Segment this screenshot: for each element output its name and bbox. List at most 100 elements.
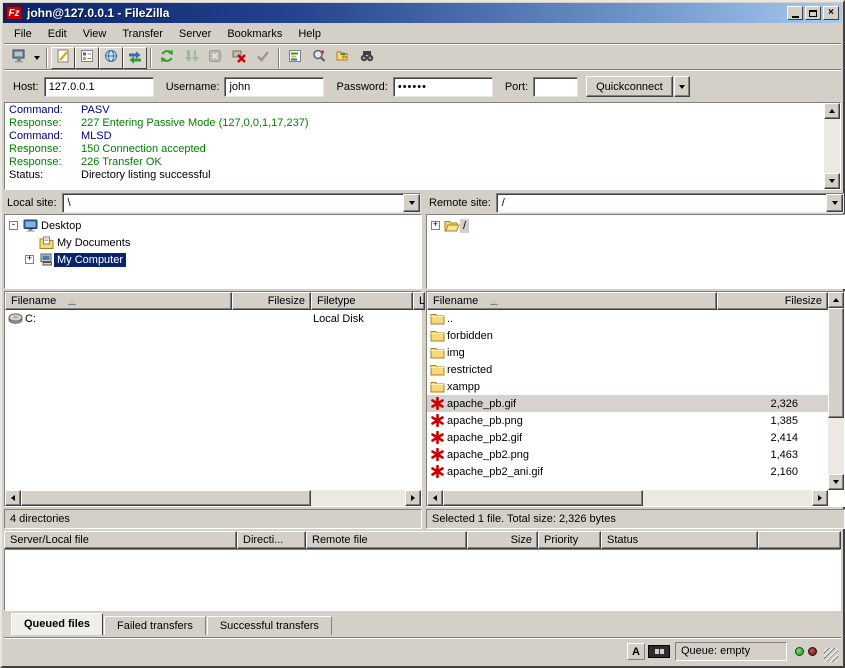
remote-list-header: Filename Filesize xyxy=(427,292,828,310)
file-row-apache-pb2-png[interactable]: apache_pb2.png1,463 xyxy=(427,446,828,463)
remote-vscrollbar[interactable] xyxy=(828,292,844,490)
menu-bookmarks[interactable]: Bookmarks xyxy=(219,26,290,42)
local-hscrollbar[interactable] xyxy=(5,490,421,506)
tree-item-label: Desktop xyxy=(38,219,84,233)
synchronized-browsing-button[interactable] xyxy=(331,47,355,69)
process-queue-button[interactable] xyxy=(179,47,203,69)
toggle-transfer-queue-button[interactable] xyxy=(123,47,147,69)
plus-expander-icon[interactable]: + xyxy=(431,221,440,230)
column-header-remote-file[interactable]: Remote file xyxy=(306,531,467,549)
file-row-img[interactable]: img xyxy=(427,344,828,361)
column-header-filetype[interactable]: Filetype xyxy=(311,292,413,310)
resize-grip[interactable] xyxy=(824,648,838,662)
remote-site-combo-button[interactable] xyxy=(826,194,843,212)
scroll-thumb[interactable] xyxy=(828,308,844,418)
directory-comparison-button[interactable] xyxy=(307,47,331,69)
file-row-forbidden[interactable]: forbidden xyxy=(427,327,828,344)
file-row-c[interactable]: C:Local Disk xyxy=(5,310,421,327)
maximize-button[interactable] xyxy=(805,6,821,20)
tree-item-desktop[interactable]: - Desktop xyxy=(5,217,421,234)
column-header-priority[interactable]: Priority xyxy=(538,531,601,549)
tab-queued-files[interactable]: Queued files xyxy=(11,613,103,635)
local-site-value[interactable]: \ xyxy=(63,194,403,212)
remote-site-value[interactable]: / xyxy=(497,194,826,212)
title-bar[interactable]: Fz john@127.0.0.1 - FileZilla × xyxy=(3,3,842,23)
scroll-right-button[interactable] xyxy=(812,490,828,506)
cancel-operation-button[interactable] xyxy=(203,47,227,69)
scroll-track[interactable] xyxy=(824,119,840,173)
quickconnect-button[interactable]: Quickconnect xyxy=(586,76,673,97)
refresh-button[interactable] xyxy=(155,47,179,69)
tree-item-my-computer[interactable]: +My Computer xyxy=(5,251,421,268)
column-header-direction[interactable]: Directi... xyxy=(237,531,306,549)
plus-expander-icon[interactable]: + xyxy=(25,255,34,264)
tree-item-[interactable]: +/ xyxy=(427,217,844,234)
username-input[interactable]: john xyxy=(224,77,324,97)
toggle-local-tree-button[interactable] xyxy=(75,47,99,69)
tab-failed-transfers[interactable]: Failed transfers xyxy=(104,616,206,635)
menu-transfer[interactable]: Transfer xyxy=(114,26,171,42)
scroll-track[interactable] xyxy=(828,308,844,474)
minimize-button[interactable] xyxy=(787,6,803,20)
column-label: Directi... xyxy=(243,534,283,546)
scroll-track[interactable] xyxy=(643,490,812,506)
filter-button[interactable] xyxy=(283,47,307,69)
toggle-message-log-button[interactable] xyxy=(51,47,75,69)
cancel-icon xyxy=(207,48,223,67)
file-row-apache-pb-png[interactable]: apache_pb.png1,385 xyxy=(427,412,828,429)
scroll-track[interactable] xyxy=(311,490,405,506)
scroll-up-button[interactable] xyxy=(828,292,844,308)
column-header-filename[interactable]: Filename xyxy=(5,292,232,310)
column-header-server-local-file[interactable]: Server/Local file xyxy=(4,531,237,549)
site-manager-button[interactable] xyxy=(7,47,31,69)
password-input[interactable]: •••••• xyxy=(393,77,493,97)
file-row-restricted[interactable]: restricted xyxy=(427,361,828,378)
close-button[interactable]: × xyxy=(823,6,839,20)
encryption-indicator-icon[interactable] xyxy=(648,645,670,658)
scroll-down-button[interactable] xyxy=(824,173,840,189)
column-header-last-modified[interactable]: L xyxy=(413,292,425,310)
queue-list-area[interactable] xyxy=(4,549,841,611)
column-header-status[interactable]: Status xyxy=(601,531,758,549)
find-files-button[interactable] xyxy=(355,47,379,69)
file-row-apache-pb2-ani-gif[interactable]: apache_pb2_ani.gif2,160 xyxy=(427,463,828,480)
folder-icon xyxy=(429,380,445,393)
menu-view[interactable]: View xyxy=(75,26,115,42)
site-manager-dropdown[interactable] xyxy=(31,47,43,69)
menu-server[interactable]: Server xyxy=(171,26,219,42)
reconnect-button[interactable] xyxy=(251,47,275,69)
remote-hscrollbar[interactable] xyxy=(427,490,828,506)
menu-file[interactable]: File xyxy=(6,26,40,42)
file-row-apache-pb2-gif[interactable]: apache_pb2.gif2,414 xyxy=(427,429,828,446)
column-header-size[interactable]: Size xyxy=(467,531,538,549)
local-site-combo[interactable]: \ xyxy=(62,193,421,213)
minus-expander-icon[interactable]: - xyxy=(9,221,18,230)
port-input[interactable] xyxy=(533,77,578,97)
scroll-thumb[interactable] xyxy=(21,490,311,506)
transfer-type-indicator-icon[interactable]: A xyxy=(627,643,645,660)
host-input[interactable]: 127.0.0.1 xyxy=(44,77,154,97)
file-row-apache-pb-gif[interactable]: apache_pb.gif2,326 xyxy=(427,395,828,412)
scroll-up-button[interactable] xyxy=(824,103,840,119)
column-header-filename[interactable]: Filename xyxy=(427,292,717,310)
scroll-thumb[interactable] xyxy=(443,490,643,506)
log-scrollbar[interactable] xyxy=(824,103,840,189)
scroll-down-button[interactable] xyxy=(828,474,844,490)
column-header-filesize[interactable]: Filesize xyxy=(717,292,828,310)
quickconnect-dropdown[interactable] xyxy=(674,76,690,97)
tab-successful-transfers[interactable]: Successful transfers xyxy=(207,616,332,635)
local-site-combo-button[interactable] xyxy=(403,194,420,212)
menu-edit[interactable]: Edit xyxy=(40,26,75,42)
menu-help[interactable]: Help xyxy=(290,26,329,42)
file-size: 1,385 xyxy=(717,415,814,427)
scroll-left-button[interactable] xyxy=(5,490,21,506)
toggle-remote-tree-button[interactable] xyxy=(99,47,123,69)
scroll-left-button[interactable] xyxy=(427,490,443,506)
column-header-filesize[interactable]: Filesize xyxy=(232,292,311,310)
tree-item-my-documents[interactable]: My Documents xyxy=(5,234,421,251)
scroll-right-button[interactable] xyxy=(405,490,421,506)
disconnect-button[interactable] xyxy=(227,47,251,69)
file-row-xampp[interactable]: xampp xyxy=(427,378,828,395)
file-row-[interactable]: .. xyxy=(427,310,828,327)
remote-site-combo[interactable]: / xyxy=(496,193,844,213)
